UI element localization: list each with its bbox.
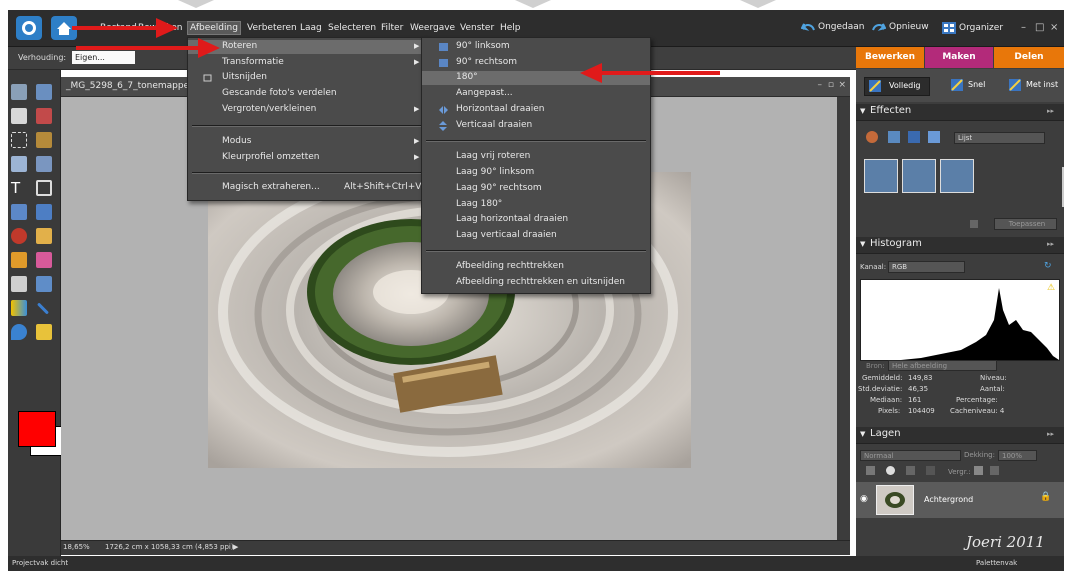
- mode-snel-button[interactable]: Snel: [968, 80, 985, 89]
- delete-layer-icon[interactable]: [906, 466, 915, 475]
- warning-icon[interactable]: ⚠: [1047, 283, 1055, 293]
- mode-met-instructies-button[interactable]: Met inst: [1026, 80, 1058, 89]
- right-panel: Bewerken Maken Delen Volledig Snel Met i…: [856, 47, 1064, 556]
- stat-mean-value: 149,83: [908, 374, 933, 382]
- link-layer-icon[interactable]: [926, 466, 935, 475]
- full-edit-icon: [869, 80, 881, 92]
- annotation-arrowhead: [198, 38, 220, 58]
- stat-percentage-label: Percentage:: [956, 396, 998, 404]
- layer-name: Achtergrond: [924, 495, 974, 504]
- stat-level-label: Niveau:: [980, 374, 1007, 382]
- lock-icon: 🔒: [1040, 492, 1052, 502]
- lock-transparent-icon[interactable]: [974, 466, 983, 475]
- histogram-graph: ⚠: [860, 279, 1060, 361]
- stat-cache-level: Cacheniveau: 4: [950, 407, 1005, 415]
- stat-median-label: Mediaan:: [870, 396, 903, 404]
- panel-menu-icon: ▸▸: [1046, 430, 1054, 438]
- layer-styles-icon[interactable]: [888, 131, 900, 143]
- channel-label: Kanaal:: [860, 263, 887, 271]
- annotation-arrowhead: [580, 63, 602, 83]
- histogram-header[interactable]: ▼ Histogram ▸▸: [856, 237, 1064, 254]
- stat-pixels-label: Pixels:: [878, 407, 901, 415]
- adjustment-layer-icon[interactable]: [886, 466, 895, 475]
- refresh-icon[interactable]: ↻: [1044, 261, 1054, 271]
- channel-select[interactable]: RGB: [888, 261, 965, 273]
- edit-mode-bar: Volledig Snel Met inst: [856, 69, 1064, 102]
- trash-icon[interactable]: [970, 220, 978, 228]
- effect-thumbnail[interactable]: [940, 159, 974, 193]
- layer-thumbnail: [876, 485, 914, 515]
- guided-edit-icon: [1009, 79, 1021, 91]
- layers-title: Lagen: [870, 428, 901, 439]
- stat-count-label: Aantal:: [980, 385, 1005, 393]
- all-effects-icon[interactable]: [928, 131, 940, 143]
- source-label: Bron:: [866, 362, 885, 370]
- layers-header[interactable]: ▼ Lagen ▸▸: [856, 427, 1064, 444]
- quick-edit-icon: [951, 79, 963, 91]
- annotation-arrowhead: [156, 18, 178, 38]
- collapse-icon: ▼: [860, 240, 866, 248]
- effects-dropdown[interactable]: Lijst: [954, 132, 1045, 144]
- stat-mean-label: Gemiddeld:: [862, 374, 903, 382]
- histogram-plot: [861, 288, 1059, 360]
- mode-volledig-label: Volledig: [889, 81, 921, 90]
- effects-title: Effecten: [870, 105, 912, 116]
- stat-stddev-label: Std.deviatie:: [858, 385, 903, 393]
- stat-median-value: 161: [908, 396, 922, 404]
- lock-all-icon[interactable]: [990, 466, 999, 475]
- mode-volledig-button[interactable]: Volledig: [864, 77, 930, 96]
- collapse-icon: ▼: [860, 430, 866, 438]
- effect-thumbnail[interactable]: [902, 159, 936, 193]
- opacity-input[interactable]: 100%: [998, 450, 1037, 461]
- panel-menu-icon: ▸▸: [1046, 240, 1054, 248]
- photo-effects-icon[interactable]: [908, 131, 920, 143]
- opacity-label: Dekking:: [964, 451, 995, 459]
- layer-row[interactable]: ◉ Achtergrond 🔒: [856, 482, 1064, 518]
- effect-thumbnail[interactable]: [864, 159, 898, 193]
- panel-scroll-indicator: [1062, 167, 1064, 207]
- apply-effect-button[interactable]: Toepassen: [994, 218, 1057, 230]
- filters-icon[interactable]: [866, 131, 878, 143]
- new-layer-icon[interactable]: [866, 466, 875, 475]
- layer-thumb-image: [885, 492, 905, 508]
- histogram-title: Histogram: [870, 238, 922, 249]
- source-select[interactable]: Hele afbeelding: [888, 360, 997, 371]
- tab-maken[interactable]: Maken: [925, 47, 993, 68]
- lock-label: Vergr.:: [948, 468, 971, 476]
- blend-mode-select[interactable]: Normaal: [860, 450, 961, 461]
- tab-delen[interactable]: Delen: [994, 47, 1064, 68]
- tab-bewerken[interactable]: Bewerken: [856, 47, 924, 68]
- panel-menu-icon: ▸▸: [1046, 107, 1054, 115]
- stat-pixels-value: 104409: [908, 407, 935, 415]
- eye-icon[interactable]: ◉: [860, 494, 868, 504]
- signature-watermark: Joeri 2011: [966, 533, 1045, 551]
- effects-header[interactable]: ▼ Effecten ▸▸: [856, 104, 1064, 121]
- stat-stddev-value: 46,35: [908, 385, 929, 393]
- collapse-icon: ▼: [860, 107, 866, 115]
